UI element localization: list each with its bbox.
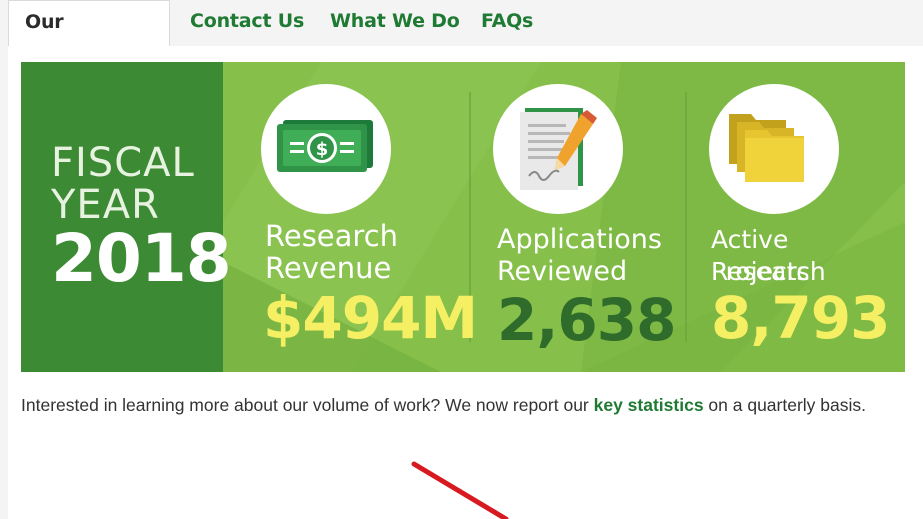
red-arrow-annotation — [411, 461, 509, 519]
document-pencil-icon — [493, 84, 623, 214]
fiscal-year-block: FISCAL YEAR 2018 — [21, 62, 232, 372]
tab-what-we-do[interactable]: What We Do — [330, 0, 460, 46]
stat-label: Reviewed — [497, 256, 628, 287]
stat-applications-reviewed: Applications Reviewed 2,638 — [471, 62, 685, 372]
stat-active-research-projects: Active Research Projects 8,793 — [687, 62, 905, 372]
stat-label: Revenue — [265, 251, 392, 285]
stat-value: $494M — [263, 284, 478, 352]
statistics-banner: FISCAL YEAR 2018 $ Research Revenue $494… — [21, 62, 905, 372]
stat-value: 2,638 — [497, 286, 676, 354]
key-statistics-link[interactable]: key statistics — [594, 395, 704, 415]
stat-label: Research — [265, 219, 399, 253]
tab-faqs[interactable]: FAQs — [481, 0, 533, 46]
stat-value: 8,793 — [711, 284, 890, 352]
money-icon: $ — [261, 84, 391, 214]
tab-contact-us[interactable]: Contact Us — [190, 0, 304, 46]
stat-label: Applications — [497, 224, 662, 255]
folders-icon — [709, 84, 839, 214]
fiscal-label: FISCAL — [51, 140, 195, 186]
stat-research-revenue: $ Research Revenue $494M — [223, 62, 478, 372]
tab-bar: Our Statistics Contact Us What We Do FAQ… — [0, 0, 923, 75]
fiscal-year-value: 2018 — [51, 220, 232, 297]
description-text: Interested in learning more about our vo… — [21, 395, 594, 415]
svg-text:$: $ — [316, 139, 329, 160]
tab-our-statistics[interactable]: Our Statistics — [8, 0, 170, 75]
description-text-end: on a quarterly basis. — [703, 395, 867, 415]
statistics-description: Interested in learning more about our vo… — [21, 389, 911, 421]
